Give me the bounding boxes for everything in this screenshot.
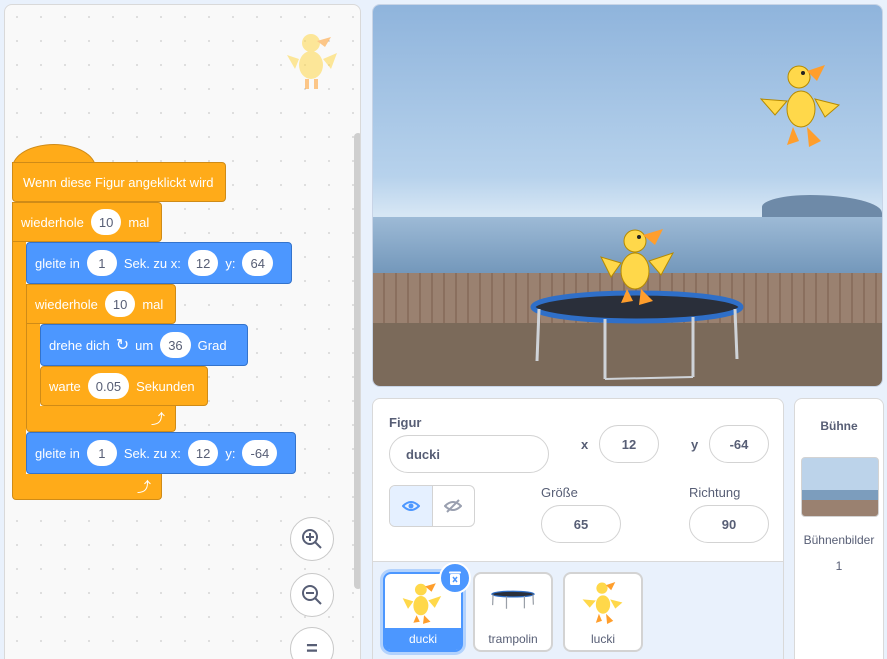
zoom-in-button[interactable] — [290, 517, 334, 561]
glide2-y[interactable]: -64 — [242, 440, 278, 466]
glide1-prefix: gleite in — [35, 255, 80, 271]
stage[interactable] — [372, 4, 883, 387]
wait-secs[interactable]: 0.05 — [87, 373, 130, 399]
glide2-mid: Sek. zu x: — [123, 445, 181, 461]
zoom-out-icon — [302, 585, 322, 605]
wait-prefix: warte — [49, 378, 81, 394]
size-value: 65 — [573, 516, 589, 532]
when-sprite-clicked-block[interactable]: Wenn diese Figur angeklickt wird — [12, 162, 226, 202]
repeat-inner-count[interactable]: 10 — [104, 291, 136, 317]
duck-watermark-icon — [287, 34, 337, 89]
zoom-in-icon — [302, 529, 322, 549]
stage-title: Bühne — [820, 419, 858, 433]
glide-block-2[interactable]: gleite in 1 Sek. zu x: 12 y: -64 — [26, 432, 296, 474]
zoom-out-button[interactable] — [290, 573, 334, 617]
wait-block[interactable]: warte 0.05 Sekunden — [40, 366, 208, 406]
turn-right-block[interactable]: drehe dich ↻ um 36 Grad — [40, 324, 248, 366]
trampolin-thumbnail-icon — [491, 590, 535, 609]
delete-sprite-button[interactable] — [439, 562, 471, 594]
repeat-inner-label: wiederhole — [35, 296, 98, 312]
loop-arrow-icon: ⤴ — [151, 411, 165, 427]
glide1-secs[interactable]: 1 — [86, 250, 117, 276]
direction-input[interactable]: 90 — [689, 505, 769, 543]
x-input[interactable]: 12 — [599, 425, 659, 463]
wait-suffix: Sekunden — [136, 378, 195, 394]
repeat-outer-block[interactable]: wiederhole 10 mal — [12, 202, 162, 242]
eye-icon — [401, 501, 420, 511]
show-button[interactable] — [390, 486, 433, 526]
lucki-thumbnail-icon — [582, 582, 623, 624]
ducki-thumbnail-icon — [402, 583, 442, 624]
glide1-ylabel: y: — [225, 255, 236, 271]
repeat-outer-label: wiederhole — [21, 214, 84, 230]
stage-selector[interactable]: Bühne Bühnenbilder 1 — [794, 398, 884, 659]
direction-value: 90 — [721, 516, 737, 532]
sprite-list: ducki trampolin lucki — [373, 561, 783, 659]
trash-icon — [449, 571, 461, 585]
size-input[interactable]: 65 — [541, 505, 621, 543]
hat-label: Wenn diese Figur angeklickt wird — [23, 174, 214, 190]
code-scrollbar[interactable] — [354, 133, 360, 589]
sprite-tile-label: trampolin — [488, 632, 538, 646]
hide-button[interactable] — [433, 486, 475, 526]
glide2-secs[interactable]: 1 — [86, 440, 117, 466]
sprite-name-input[interactable]: ducki — [389, 435, 549, 473]
lucki-sprite[interactable] — [759, 61, 843, 151]
repeat-outer-foot: ⤴ — [12, 474, 162, 500]
repeat-outer-suffix: mal — [128, 214, 150, 230]
figur-label: Figur — [389, 415, 422, 430]
loop-arrow-icon: ⤴ — [137, 479, 151, 495]
backdrops-label: Bühnenbilder — [803, 533, 875, 547]
y-input[interactable]: -64 — [709, 425, 769, 463]
repeat-inner-foot: ⤴ — [26, 406, 176, 432]
x-label: x — [581, 437, 589, 452]
glide2-prefix: gleite in — [35, 445, 80, 461]
glide-block-1[interactable]: gleite in 1 Sek. zu x: 12 y: 64 — [26, 242, 292, 284]
eye-slash-icon — [444, 499, 463, 513]
glide1-x[interactable]: 12 — [187, 250, 219, 276]
repeat-inner-block[interactable]: wiederhole 10 mal — [26, 284, 176, 324]
sprite-tile-label: ducki — [385, 628, 461, 650]
repeat-inner-suffix: mal — [142, 296, 164, 312]
glide1-mid: Sek. zu x: — [123, 255, 181, 271]
backdrops-count: 1 — [835, 559, 843, 573]
sprite-tile-label: lucki — [590, 632, 615, 646]
glide2-x[interactable]: 12 — [187, 440, 219, 466]
sprite-info-panel: Figur ducki x 12 y -64 Größe 65 Richtung… — [372, 398, 784, 659]
y-value: -64 — [729, 436, 749, 452]
visibility-toggle — [389, 485, 475, 527]
sprite-name-value: ducki — [406, 446, 440, 462]
stage-thumbnail — [801, 457, 879, 517]
x-value: 12 — [621, 436, 637, 452]
turn-prefix: drehe dich — [49, 337, 110, 353]
glide2-ylabel: y: — [225, 445, 236, 461]
glide1-y[interactable]: 64 — [242, 250, 273, 276]
repeat-outer-arm — [12, 242, 26, 474]
sprite-tile-trampolin[interactable]: trampolin — [473, 572, 553, 652]
turn-suffix: Grad — [197, 337, 227, 353]
rotate-clockwise-icon: ↻ — [115, 337, 130, 354]
direction-label: Richtung — [689, 485, 741, 500]
y-label: y — [691, 437, 699, 452]
turn-mid: um — [135, 337, 154, 353]
scratch-editor: Wenn diese Figur angeklickt wird wiederh… — [0, 0, 887, 659]
sprite-tile-lucki[interactable]: lucki — [563, 572, 643, 652]
ducki-sprite[interactable] — [599, 223, 679, 309]
size-label: Größe — [541, 485, 578, 500]
repeat-inner-arm — [26, 324, 40, 406]
zoom-reset-icon: = — [306, 637, 318, 659]
turn-degrees[interactable]: 36 — [160, 332, 191, 358]
repeat-outer-count[interactable]: 10 — [90, 209, 122, 235]
